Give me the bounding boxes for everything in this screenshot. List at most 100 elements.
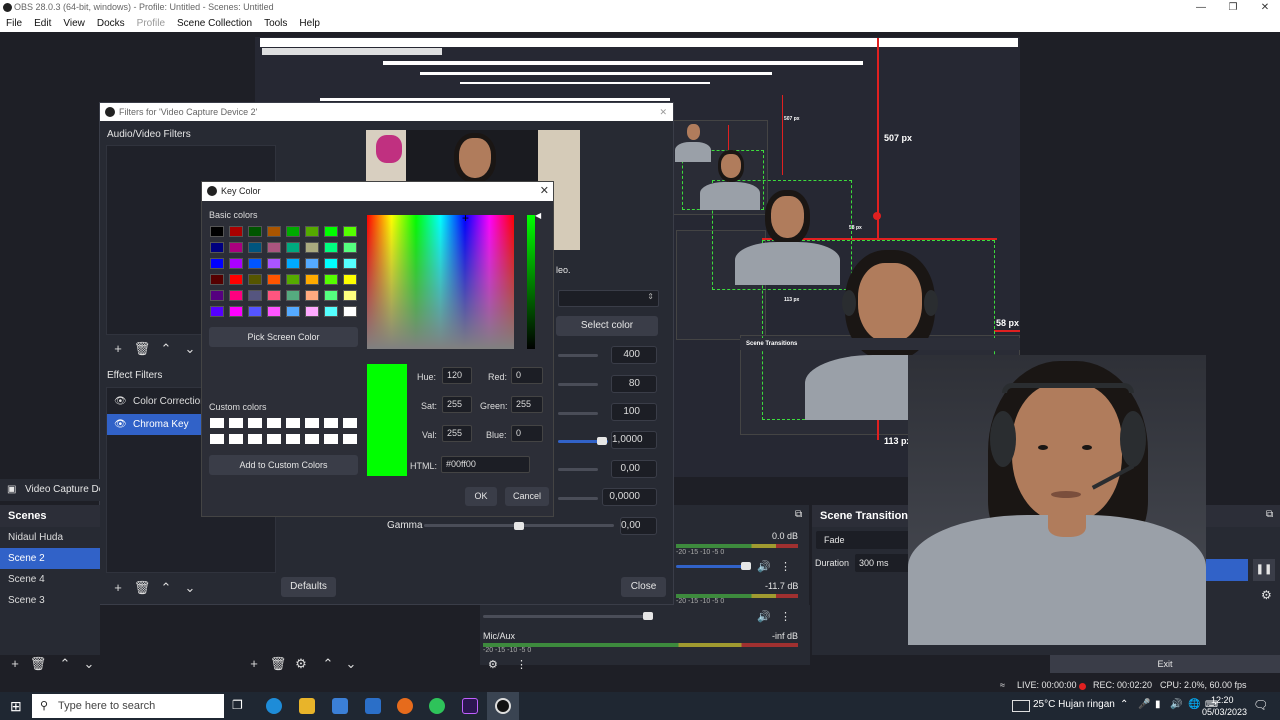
custom-color-slot[interactable] xyxy=(229,434,243,444)
eye-icon[interactable]: 👁 xyxy=(114,391,127,412)
custom-color-slot[interactable] xyxy=(324,418,338,428)
volume-slider-2[interactable] xyxy=(483,615,653,618)
gamma-slider-thumb[interactable] xyxy=(514,522,524,530)
basic-color-swatch[interactable] xyxy=(248,242,262,253)
weather-text[interactable]: 25°C Hujan ringan xyxy=(1033,699,1115,710)
basic-color-swatch[interactable] xyxy=(343,274,357,285)
custom-color-slot[interactable] xyxy=(210,434,224,444)
add-custom-colors-button[interactable]: Add to Custom Colors xyxy=(209,455,358,475)
basic-color-swatch[interactable] xyxy=(324,290,338,301)
basic-color-swatch[interactable] xyxy=(343,306,357,317)
taskbar-search-box[interactable]: ⚲ Type here to search xyxy=(32,694,224,718)
dock-undock-icon[interactable]: ⧉ xyxy=(1266,509,1273,520)
obs-icon[interactable] xyxy=(495,698,511,714)
menu-help[interactable]: Help xyxy=(293,15,326,32)
pause-icon[interactable]: ❚❚ xyxy=(1253,559,1275,581)
network-icon[interactable]: 🌐 xyxy=(1188,699,1200,710)
custom-color-slot[interactable] xyxy=(286,418,300,428)
mixer-more-icon[interactable]: ⋮ xyxy=(516,658,527,671)
premiere-icon[interactable] xyxy=(462,698,478,714)
file-explorer-icon[interactable] xyxy=(299,698,315,714)
brightness-spin[interactable]: 0,0000 xyxy=(602,488,657,506)
basic-color-swatch[interactable] xyxy=(210,242,224,253)
menu-docks[interactable]: Docks xyxy=(91,15,131,32)
add-filter-button[interactable]: + xyxy=(108,340,128,358)
basic-color-swatch[interactable] xyxy=(267,306,281,317)
menu-profile[interactable]: Profile xyxy=(131,15,171,32)
effect-up-button[interactable]: ⌃ xyxy=(156,579,176,597)
basic-colors-grid[interactable] xyxy=(210,226,360,322)
scene-item[interactable]: Scene 3 xyxy=(0,590,100,611)
basic-color-swatch[interactable] xyxy=(305,226,319,237)
custom-color-slot[interactable] xyxy=(248,418,262,428)
basic-color-swatch[interactable] xyxy=(248,290,262,301)
opacity-slider-thumb[interactable] xyxy=(597,437,607,445)
basic-color-swatch[interactable] xyxy=(286,274,300,285)
defaults-button[interactable]: Defaults xyxy=(281,577,336,597)
basic-color-swatch[interactable] xyxy=(248,306,262,317)
basic-color-swatch[interactable] xyxy=(324,226,338,237)
basic-color-swatch[interactable] xyxy=(286,258,300,269)
custom-color-slot[interactable] xyxy=(343,418,357,428)
volume-slider-thumb[interactable] xyxy=(643,612,653,620)
close-window-icon[interactable]: ✕ xyxy=(1250,0,1280,15)
filters-close-icon[interactable]: ✕ xyxy=(659,103,667,121)
mixer-menu-icon[interactable]: ⋮ xyxy=(780,610,791,623)
basic-color-swatch[interactable] xyxy=(229,242,243,253)
basic-color-swatch[interactable] xyxy=(324,274,338,285)
scene-item[interactable]: Scene 4 xyxy=(0,569,100,590)
sat-spin[interactable]: 255 xyxy=(442,396,472,413)
remove-source-button[interactable]: 🗑 xyxy=(268,655,288,673)
basic-color-swatch[interactable] xyxy=(229,274,243,285)
exit-button[interactable]: Exit xyxy=(1050,655,1280,673)
custom-color-slot[interactable] xyxy=(229,418,243,428)
key-color-close-icon[interactable]: ✕ xyxy=(540,182,549,201)
notification-icon[interactable]: 🗨 xyxy=(1253,698,1268,712)
blue-spin[interactable]: 0 xyxy=(511,425,543,442)
basic-color-swatch[interactable] xyxy=(305,290,319,301)
clock-time[interactable]: 12:20 xyxy=(1211,695,1234,705)
source-up-button[interactable]: ⌃ xyxy=(318,655,338,673)
windows-start-icon[interactable]: ⊞ xyxy=(10,698,22,715)
html-input[interactable]: #00ff00 xyxy=(441,456,530,473)
custom-color-slot[interactable] xyxy=(267,418,281,428)
firefox-icon[interactable] xyxy=(397,698,413,714)
basic-color-swatch[interactable] xyxy=(305,274,319,285)
remove-scene-button[interactable]: 🗑 xyxy=(28,655,48,673)
scenes-list[interactable]: Nidaul Huda Scene 2 Scene 4 Scene 3 xyxy=(0,527,100,611)
menu-edit[interactable]: Edit xyxy=(28,15,57,32)
basic-color-swatch[interactable] xyxy=(210,290,224,301)
basic-color-swatch[interactable] xyxy=(286,290,300,301)
basic-color-swatch[interactable] xyxy=(210,274,224,285)
scene-item[interactable]: Scene 2 xyxy=(0,548,100,569)
source-down-button[interactable]: ⌄ xyxy=(341,655,361,673)
basic-color-swatch[interactable] xyxy=(210,258,224,269)
move-up-button[interactable]: ⌃ xyxy=(156,340,176,358)
task-view-icon[interactable]: ❐ xyxy=(232,698,243,712)
contrast-spin[interactable]: 0,00 xyxy=(611,460,657,478)
settings-gear-icon[interactable]: ⚙ xyxy=(1261,588,1272,602)
smoothness-spin[interactable]: 80 xyxy=(611,375,657,393)
custom-colors-grid[interactable] xyxy=(210,418,360,448)
menu-view[interactable]: View xyxy=(57,15,91,32)
basic-color-swatch[interactable] xyxy=(305,306,319,317)
opacity-spin[interactable]: 1,0000 xyxy=(611,431,657,449)
basic-color-swatch[interactable] xyxy=(286,242,300,253)
microphone-icon[interactable]: 🎤 xyxy=(1138,699,1150,710)
menu-file[interactable]: File xyxy=(0,15,28,32)
basic-color-swatch[interactable] xyxy=(267,290,281,301)
pick-screen-color-button[interactable]: Pick Screen Color xyxy=(209,327,358,347)
menu-tools[interactable]: Tools xyxy=(258,15,293,32)
custom-color-slot[interactable] xyxy=(248,434,262,444)
add-scene-button[interactable]: + xyxy=(5,655,25,673)
red-spin[interactable]: 0 xyxy=(511,367,543,384)
basic-color-swatch[interactable] xyxy=(286,306,300,317)
basic-color-swatch[interactable] xyxy=(248,226,262,237)
basic-color-swatch[interactable] xyxy=(343,226,357,237)
menu-scene-collection[interactable]: Scene Collection xyxy=(171,15,258,32)
volume-icon[interactable]: 🔊 xyxy=(1170,699,1182,710)
cancel-button[interactable]: Cancel xyxy=(505,487,549,506)
gamma-spin[interactable]: 0,00 xyxy=(620,517,657,535)
basic-color-swatch[interactable] xyxy=(229,226,243,237)
effect-down-button[interactable]: ⌄ xyxy=(180,579,200,597)
